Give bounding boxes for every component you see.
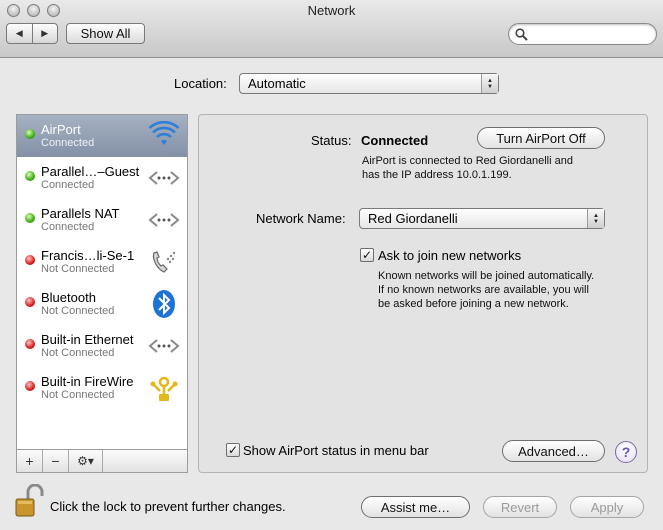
service-list-toolbar: + − ⚙︎▾ xyxy=(16,450,188,473)
ethernet-arrows-icon xyxy=(148,339,180,353)
network-name-value: Red Giordanelli xyxy=(368,211,458,226)
status-dot-disconnected-icon xyxy=(25,339,35,349)
status-dot-disconnected-icon xyxy=(25,381,35,391)
location-label: Location: xyxy=(174,76,227,91)
network-name-label: Network Name: xyxy=(256,211,346,226)
remove-service-button[interactable]: − xyxy=(43,450,69,472)
popup-arrows-icon: ▲ ▼ xyxy=(587,209,604,228)
lock-icon[interactable] xyxy=(14,484,44,520)
status-dot-connected-icon xyxy=(25,213,35,223)
wifi-icon xyxy=(148,121,180,145)
apply-button[interactable]: Apply xyxy=(570,496,644,518)
service-status: Connected xyxy=(41,137,95,149)
service-airport[interactable]: AirPort Connected xyxy=(17,115,187,157)
service-name: Built-in Ethernet xyxy=(41,332,134,347)
status-dot-disconnected-icon xyxy=(25,297,35,307)
service-status: Not Connected xyxy=(41,389,115,401)
service-name: AirPort xyxy=(41,122,81,137)
status-description-1: AirPort is connected to Red Giordanelli … xyxy=(362,155,573,167)
turn-airport-off-button[interactable]: Turn AirPort Off xyxy=(477,127,605,149)
service-status: Not Connected xyxy=(41,305,115,317)
ask-join-description-1: Known networks will be joined automatica… xyxy=(378,270,595,282)
service-name: Parallels NAT xyxy=(41,206,120,221)
help-button[interactable]: ? xyxy=(615,441,637,463)
service-bluetooth[interactable]: Bluetooth Not Connected xyxy=(17,283,187,325)
back-forward-control: ◀ ▶ xyxy=(6,23,58,44)
ethernet-arrows-icon xyxy=(148,171,180,185)
service-status: Connected xyxy=(41,221,95,233)
status-dot-connected-icon xyxy=(25,129,35,139)
service-name: Francis…li-Se-1 xyxy=(41,248,135,263)
firewire-icon xyxy=(150,376,178,401)
service-status: Not Connected xyxy=(41,263,115,275)
location-value: Automatic xyxy=(248,76,306,91)
ethernet-arrows-icon xyxy=(148,213,180,227)
phone-icon xyxy=(152,251,176,273)
status-dot-disconnected-icon xyxy=(25,255,35,265)
service-status: Not Connected xyxy=(41,347,115,359)
popup-arrows-icon: ▲ ▼ xyxy=(481,74,498,93)
service-name: Built-in FireWire xyxy=(41,374,134,389)
service-status: Connected xyxy=(41,179,95,191)
forward-button[interactable]: ▶ xyxy=(31,24,58,43)
network-name-popup[interactable]: Red Giordanelli ▲ ▼ xyxy=(359,208,605,229)
lock-text: Click the lock to prevent further change… xyxy=(50,499,286,514)
service-builtin-firewire[interactable]: Built-in FireWire Not Connected xyxy=(17,367,187,409)
status-dot-connected-icon xyxy=(25,171,35,181)
service-parallels-guest[interactable]: Parallel…–Guest Connected xyxy=(17,157,187,199)
service-parallels-nat[interactable]: Parallels NAT Connected xyxy=(17,199,187,241)
status-description-2: has the IP address 10.0.1.199. xyxy=(362,169,512,181)
location-popup[interactable]: Automatic ▲ ▼ xyxy=(239,73,499,94)
add-service-button[interactable]: + xyxy=(17,450,43,472)
bluetooth-icon xyxy=(153,290,175,318)
service-name: Bluetooth xyxy=(41,290,96,305)
show-status-checkbox[interactable]: ✓ xyxy=(226,443,240,457)
window-title: Network xyxy=(307,3,356,18)
show-all-button[interactable]: Show All xyxy=(66,23,145,44)
search-icon xyxy=(515,28,528,41)
ask-join-checkbox[interactable]: ✓ xyxy=(360,248,374,262)
search-field[interactable] xyxy=(508,23,657,45)
ask-join-description-3: be asked before joining a new network. xyxy=(378,298,569,310)
ask-join-description-2: If no known networks are available, you … xyxy=(378,284,589,296)
ask-join-label: Ask to join new networks xyxy=(378,248,522,263)
service-list: AirPort Connected Parallel…–Guest Connec… xyxy=(16,114,188,450)
window-toolbar: Network ◀ ▶ Show All xyxy=(0,0,663,58)
service-name: Parallel…–Guest xyxy=(41,164,140,179)
service-francis-modem[interactable]: Francis…li-Se-1 Not Connected xyxy=(17,241,187,283)
show-status-label: Show AirPort status in menu bar xyxy=(243,443,429,458)
advanced-button[interactable]: Advanced… xyxy=(502,440,605,462)
back-button[interactable]: ◀ xyxy=(7,24,32,43)
gear-icon[interactable]: ⚙︎▾ xyxy=(69,450,103,472)
assist-me-button[interactable]: Assist me… xyxy=(361,496,470,518)
status-label: Status: xyxy=(311,133,352,148)
status-value: Connected xyxy=(361,133,429,148)
revert-button[interactable]: Revert xyxy=(483,496,557,518)
service-builtin-ethernet[interactable]: Built-in Ethernet Not Connected xyxy=(17,325,187,367)
